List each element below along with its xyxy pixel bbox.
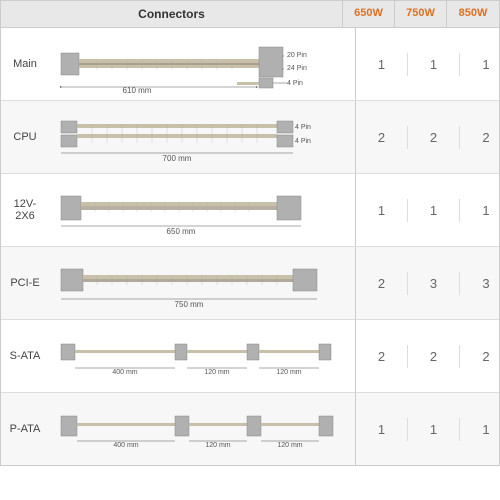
svg-text:610 mm: 610 mm [123, 86, 152, 93]
value-cpu-850: 2 [460, 126, 500, 149]
12v2x6-connector-svg: 650 mm [57, 184, 347, 236]
row-cpu: CPU [1, 101, 499, 174]
value-main-850: 1 [460, 53, 500, 76]
svg-text:4 Pin: 4 Pin [295, 124, 311, 131]
main-connector-svg: 20 Pin 24 Pin 4 Pin 610 mm [57, 35, 347, 93]
svg-text:4 Pin: 4 Pin [295, 138, 311, 145]
label-cpu: CPU [1, 127, 49, 147]
row-sata: S-ATA 400 mm 120 mm [1, 320, 499, 393]
row-pata: P-ATA 400 mm 120 mm [1, 393, 499, 465]
label-pata: P-ATA [1, 419, 49, 439]
header-750w: 750W [395, 1, 447, 27]
svg-text:20 Pin: 20 Pin [287, 52, 307, 59]
diagram-cpu: 4 Pin 4 Pin 700 mm [49, 101, 356, 173]
sata-connector-svg: 400 mm 120 mm 120 mm [57, 328, 347, 384]
diagram-pcie: 750 mm [49, 247, 356, 319]
svg-text:750 mm: 750 mm [175, 300, 204, 309]
svg-text:120 mm: 120 mm [276, 369, 301, 376]
value-main-750: 1 [408, 53, 460, 76]
diagram-pata: 400 mm 120 mm 120 mm [49, 393, 356, 465]
svg-text:120 mm: 120 mm [205, 442, 230, 449]
value-cpu-750: 2 [408, 126, 460, 149]
row-12v2x6: 12V-2X6 [1, 174, 499, 247]
value-pcie-750: 3 [408, 272, 460, 295]
svg-text:120 mm: 120 mm [277, 442, 302, 449]
diagram-main: 20 Pin 24 Pin 4 Pin 610 mm [49, 28, 356, 100]
value-pcie-650: 2 [356, 272, 408, 295]
value-pata-650: 1 [356, 418, 408, 441]
pcie-connector-svg: 750 mm [57, 255, 347, 311]
value-pata-850: 1 [460, 418, 500, 441]
svg-text:400 mm: 400 mm [112, 369, 137, 376]
value-pcie-850: 3 [460, 272, 500, 295]
value-12v2x6-650: 1 [356, 199, 408, 222]
value-sata-650: 2 [356, 345, 408, 368]
cpu-connector-svg: 4 Pin 4 Pin 700 mm [57, 111, 347, 163]
value-main-650: 1 [356, 53, 408, 76]
diagram-12v2x6: 650 mm [49, 174, 356, 246]
header-850w: 850W [447, 1, 499, 27]
label-main: Main [1, 54, 49, 74]
svg-text:24 Pin: 24 Pin [287, 65, 307, 72]
label-pcie: PCI-E [1, 273, 49, 293]
value-cpu-650: 2 [356, 126, 408, 149]
svg-text:700 mm: 700 mm [163, 154, 192, 163]
row-main: Main [1, 28, 499, 101]
svg-text:400 mm: 400 mm [113, 442, 138, 449]
value-12v2x6-750: 1 [408, 199, 460, 222]
svg-text:4 Pin: 4 Pin [287, 80, 303, 87]
svg-text:120 mm: 120 mm [204, 369, 229, 376]
label-12v2x6: 12V-2X6 [1, 194, 49, 226]
label-sata: S-ATA [1, 346, 49, 366]
header-connectors-label: Connectors [1, 1, 343, 27]
connector-table: Connectors 650W 750W 850W Main [0, 0, 500, 466]
header-650w: 650W [343, 1, 395, 27]
table-header: Connectors 650W 750W 850W [1, 1, 499, 28]
value-12v2x6-850: 1 [460, 199, 500, 222]
diagram-sata: 400 mm 120 mm 120 mm [49, 320, 356, 392]
value-pata-750: 1 [408, 418, 460, 441]
value-sata-850: 2 [460, 345, 500, 368]
svg-text:650 mm: 650 mm [167, 227, 196, 236]
value-sata-750: 2 [408, 345, 460, 368]
pata-connector-svg: 400 mm 120 mm 120 mm [57, 401, 347, 457]
row-pcie: PCI-E [1, 247, 499, 320]
